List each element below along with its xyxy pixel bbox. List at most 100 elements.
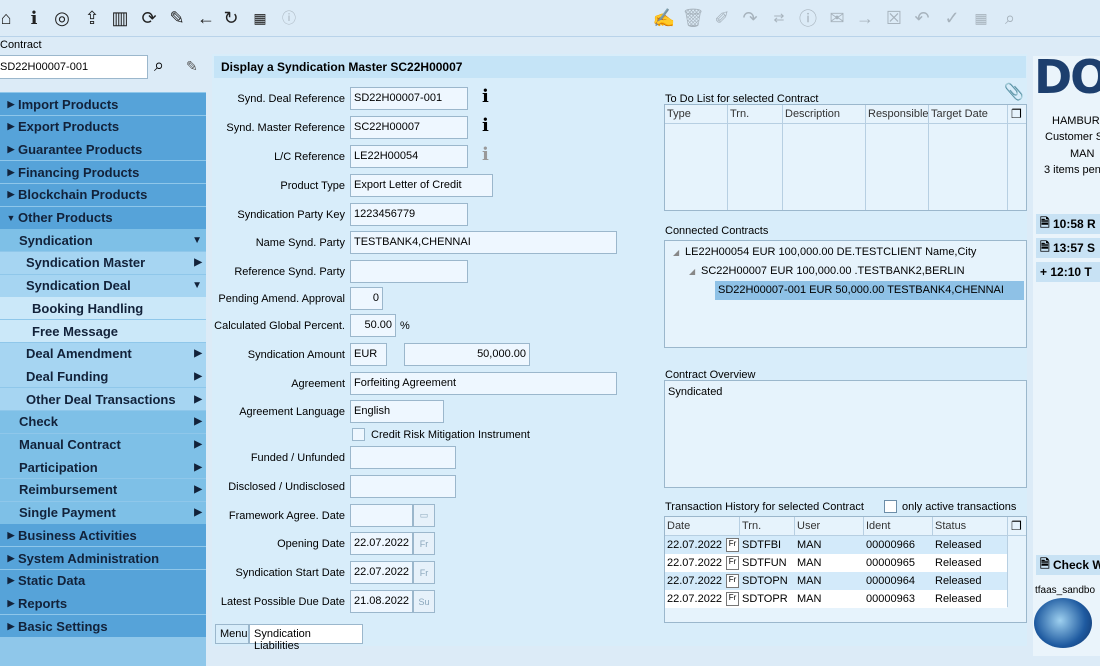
history-col-trn[interactable]: Trn. (742, 520, 761, 532)
sidebar-item-deal-funding[interactable]: Deal Funding ▶ (0, 365, 206, 388)
sidebar-item-booking-handling[interactable]: Booking Handling (0, 297, 206, 320)
home-icon[interactable]: ⌂ (0, 6, 18, 30)
sidebar-item-reports[interactable]: ▶ Reports (0, 592, 206, 615)
todo-col-target-date[interactable]: Target Date (931, 108, 988, 120)
recent-item[interactable]: 🗎 13:57 S (1036, 238, 1100, 258)
mail-icon[interactable]: ✉ (825, 6, 849, 30)
sidebar-item-business-activities[interactable]: ▶ Business Activities (0, 524, 206, 547)
details-icon[interactable]: ⓘ (796, 6, 820, 30)
attach-edit-icon[interactable]: ✐ (710, 6, 734, 30)
history-col-date[interactable]: Date (667, 520, 690, 532)
sidebar-item-syndication-master[interactable]: Syndication Master ▶ (0, 251, 206, 274)
history-col-status[interactable]: Status (935, 520, 966, 532)
agreement-lang-field[interactable]: English (350, 400, 444, 423)
sidebar-item-export-products[interactable]: ▶ Export Products (0, 115, 206, 138)
row-calendar-icon[interactable]: Fr (726, 538, 739, 552)
due-date-field[interactable]: 21.08.2022 (350, 590, 413, 613)
sidebar-item-check[interactable]: Check ▶ (0, 410, 206, 433)
sidebar-item-static-data[interactable]: ▶ Static Data (0, 569, 206, 592)
sidebar-item-deal-amendment[interactable]: Deal Amendment ▶ (0, 342, 206, 365)
sidebar-item-syndication-deal[interactable]: Syndication Deal ▼ (0, 274, 206, 297)
due-date-calendar-icon[interactable]: Su (413, 590, 435, 613)
sidebar-item-other-products[interactable]: ▼ Other Products (0, 206, 206, 229)
credit-risk-checkbox[interactable] (352, 428, 365, 441)
forward-icon[interactable]: ↷ (738, 6, 762, 30)
info-icon[interactable]: i (22, 6, 46, 30)
opening-date-field[interactable]: 22.07.2022 (350, 532, 413, 555)
history-col-ident[interactable]: Ident (866, 520, 890, 532)
disclosed-field[interactable] (350, 475, 456, 498)
row-calendar-icon[interactable]: Fr (726, 574, 739, 588)
next-icon[interactable]: → (853, 6, 877, 30)
contract-search-icon[interactable]: ⌕ (154, 55, 164, 76)
undo-icon[interactable]: ↶ (910, 6, 934, 30)
sidebar-item-other-deal-transactions[interactable]: Other Deal Transactions ▶ (0, 388, 206, 411)
synd-master-ref-info-icon[interactable]: i (482, 115, 489, 136)
todo-col-responsible[interactable]: Responsible (868, 108, 929, 120)
connected-row[interactable]: SC22H00007 EUR 100,000.00 .TESTBANK2,BER… (701, 265, 965, 277)
sidebar-item-free-message[interactable]: Free Message (0, 320, 206, 342)
sidebar-item-basic-settings[interactable]: ▶ Basic Settings (0, 615, 206, 638)
only-active-checkbox[interactable] (884, 500, 897, 513)
pending-field[interactable]: 0 (350, 287, 383, 310)
reload-icon[interactable]: ↻ (219, 6, 243, 30)
synd-master-ref-field[interactable]: SC22H00007 (350, 116, 468, 139)
contract-input[interactable]: SD22H00007-001 (0, 55, 148, 79)
agreement-field[interactable]: Forfeiting Agreement (350, 372, 617, 395)
synd-deal-ref-info-icon[interactable]: i (482, 86, 489, 107)
tab-menu[interactable]: Menu (215, 624, 249, 644)
sidebar-item-financing-products[interactable]: ▶ Financing Products (0, 161, 206, 184)
global-pct-field[interactable]: 50.00 (350, 314, 396, 337)
sidebar-item-guarantee-products[interactable]: ▶ Guarantee Products (0, 138, 206, 161)
sidebar-item-reimbursement[interactable]: Reimbursement ▶ (0, 478, 206, 501)
framework-date-field[interactable] (350, 504, 413, 527)
swap-icon[interactable]: ⇄ (767, 6, 791, 30)
tree-expand-icon[interactable]: ◢ (689, 267, 695, 276)
todo-col-type[interactable]: Type (667, 108, 691, 120)
info-box-icon[interactable]: ⓘ (277, 6, 301, 30)
connected-row[interactable]: LE22H00054 EUR 100,000.00 DE.TESTCLIENT … (685, 246, 976, 258)
opening-date-calendar-icon[interactable]: Fr (413, 532, 435, 555)
sidebar-item-system-administration[interactable]: ▶ System Administration (0, 547, 206, 569)
refresh-cycle-icon[interactable]: ⟳ (137, 6, 161, 30)
funded-field[interactable] (350, 446, 456, 469)
party-key-field[interactable]: 1223456779 (350, 203, 468, 226)
product-type-field[interactable]: Export Letter of Credit (350, 174, 493, 197)
amount-value-field[interactable]: 50,000.00 (404, 343, 530, 366)
row-calendar-icon[interactable]: Fr (726, 592, 739, 606)
sidebar-item-blockchain-products[interactable]: ▶ Blockchain Products (0, 183, 206, 206)
sidebar-item-single-payment[interactable]: Single Payment ▶ (0, 501, 206, 524)
sidebar-item-participation[interactable]: Participation ▶ (0, 456, 206, 479)
target-icon[interactable]: ◎ (50, 6, 74, 30)
attachment-icon[interactable]: 📎 (1004, 82, 1024, 102)
recent-item[interactable]: 🗎 10:58 R (1036, 214, 1100, 234)
amount-currency-field[interactable]: EUR (350, 343, 387, 366)
search-icon[interactable]: ⌕ (998, 6, 1022, 30)
history-copy-icon[interactable]: ❐ (1011, 519, 1022, 533)
lc-ref-field[interactable]: LE22H00054 (350, 145, 468, 168)
back-arrow-icon[interactable]: ← (194, 6, 218, 30)
connected-row-selected[interactable]: SD22H00007-001 EUR 50,000.00 TESTBANK4,C… (715, 281, 1024, 300)
todo-copy-icon[interactable]: ❐ (1011, 107, 1022, 121)
tab-syndication-liabilities[interactable]: Syndication Liabilities (249, 624, 363, 652)
calendar-icon[interactable]: ▦ (248, 6, 272, 30)
todo-col-trn[interactable]: Trn. (730, 108, 749, 120)
check-icon[interactable]: ✓ (940, 6, 964, 30)
history-col-user[interactable]: User (797, 520, 820, 532)
sidebar-item-manual-contract[interactable]: Manual Contract ▶ (0, 433, 206, 456)
tree-expand-icon[interactable]: ◢ (673, 248, 679, 257)
start-date-field[interactable]: 22.07.2022 (350, 561, 413, 584)
sign-icon[interactable]: ✍ (652, 6, 676, 30)
lc-ref-info-icon[interactable]: i (482, 144, 489, 165)
name-party-field[interactable]: TESTBANK4,CHENNAI (350, 231, 617, 254)
row-calendar-icon[interactable]: Fr (726, 556, 739, 570)
cancel-icon[interactable]: ☒ (882, 6, 906, 30)
edit-icon[interactable]: ✎ (165, 6, 189, 30)
sidebar-item-import-products[interactable]: ▶ Import Products (0, 93, 206, 115)
ref-party-field[interactable] (350, 260, 468, 283)
book-icon[interactable]: ▥ (108, 6, 132, 30)
contract-edit-icon[interactable]: ✎ (186, 58, 198, 75)
sidebar-item-syndication[interactable]: Syndication ▼ (0, 229, 206, 252)
recent-item[interactable]: + 12:10 T (1036, 262, 1100, 282)
calendar2-icon[interactable]: ▦ (969, 6, 993, 30)
